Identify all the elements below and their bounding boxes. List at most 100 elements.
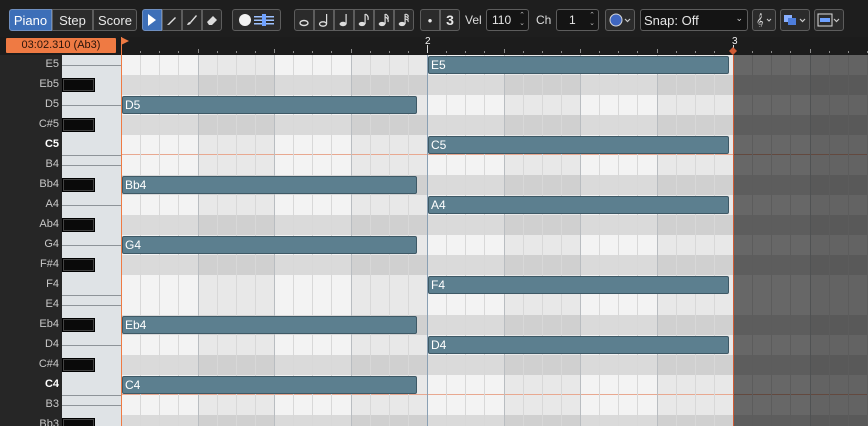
fit-icon[interactable]	[814, 9, 844, 31]
piano-key-c4[interactable]: C4	[0, 375, 121, 395]
snap-dropdown[interactable]: Snap: Off ⌄	[640, 9, 748, 31]
grid-line	[561, 55, 562, 426]
chevron-down-icon: ⌄	[735, 13, 743, 23]
channel-field[interactable]: 1 ⌃ ⌄	[556, 9, 599, 31]
midi-note[interactable]: C5	[428, 136, 729, 154]
key-label: Ab4	[39, 218, 59, 230]
piano-key-fsharp4[interactable]: F#4	[0, 255, 121, 275]
ruler-tick	[312, 51, 313, 53]
piano-keyboard[interactable]: E5 Eb5 D5 C#5 C5 B4 Bb4 A4 Ab4 G4 F#4 F4 E4 Eb4 D4 C#4 C…	[0, 55, 121, 426]
velocity-label: Vel	[465, 13, 482, 27]
ruler-tick	[236, 51, 237, 53]
ruler-tick	[676, 51, 677, 53]
ruler-tick	[829, 51, 830, 53]
black-key[interactable]	[62, 258, 95, 272]
midi-note[interactable]: C4	[122, 376, 417, 394]
key-label: D4	[44, 338, 59, 350]
key-label: C#5	[38, 118, 59, 130]
white-key-separator	[62, 65, 121, 66]
velocity-field[interactable]: 110 ⌃ ⌄	[486, 9, 529, 31]
ruler-tick	[331, 51, 332, 53]
white-key-separator	[62, 395, 121, 396]
ruler-tick	[810, 49, 811, 53]
midi-note[interactable]: F4	[428, 276, 729, 294]
ruler-tick	[178, 51, 179, 53]
ruler-tick	[657, 49, 658, 53]
ruler-tick	[599, 51, 600, 53]
midi-note[interactable]: Bb4	[122, 176, 417, 194]
piano-key-bb3[interactable]: Bb3	[0, 415, 121, 426]
ruler-tick	[255, 51, 256, 53]
piano-key-c5[interactable]: C5	[0, 135, 121, 155]
eighth-note-icon[interactable]	[354, 9, 374, 31]
ruler-tick	[580, 49, 581, 53]
white-key-separator	[62, 205, 121, 206]
ruler-tick	[159, 51, 160, 53]
thirty-second-note-icon[interactable]	[394, 9, 414, 31]
white-key-separator	[62, 165, 121, 166]
piano-key-eb4[interactable]: Eb4	[0, 315, 121, 335]
brush-icon[interactable]	[182, 9, 202, 31]
black-key[interactable]	[62, 358, 95, 372]
tab-step[interactable]: Step	[52, 9, 93, 31]
ruler-tick	[714, 51, 715, 53]
quarter-note-icon[interactable]	[334, 9, 354, 31]
midi-note[interactable]: Eb4	[122, 316, 417, 334]
midi-note[interactable]: D4	[428, 336, 729, 354]
channel-spinner-icon[interactable]: ⌃ ⌄	[589, 12, 595, 28]
note-grid[interactable]: E5 D5 C5 Bb4 A4 G4 F4 Eb4 D4 C4	[121, 55, 868, 426]
key-label: F#4	[40, 258, 59, 270]
black-key[interactable]	[62, 218, 95, 232]
piano-key-eb5[interactable]: Eb5	[0, 75, 121, 95]
ruler-tick	[504, 49, 505, 53]
grid-line	[695, 55, 696, 426]
grid-line	[446, 55, 447, 426]
piano-key-ab4[interactable]: Ab4	[0, 215, 121, 235]
black-key[interactable]	[62, 178, 95, 192]
ruler-tick	[637, 51, 638, 53]
black-key[interactable]	[62, 418, 95, 426]
tab-score[interactable]: Score	[93, 9, 137, 31]
black-key[interactable]	[62, 318, 95, 332]
piano-key-f4[interactable]: F4	[0, 275, 121, 295]
layer-icon[interactable]	[780, 9, 810, 31]
circle-color-icon[interactable]	[605, 9, 635, 31]
ruler-tick	[618, 51, 619, 53]
select-arrow-icon[interactable]	[142, 9, 162, 31]
piano-key-csharp5[interactable]: C#5	[0, 115, 121, 135]
black-key[interactable]	[62, 118, 95, 132]
whole-note-icon[interactable]	[294, 9, 314, 31]
ruler-tick	[427, 45, 428, 53]
dotted-note-button[interactable]: •	[420, 9, 440, 31]
key-label: F4	[46, 278, 59, 290]
velocity-spinner-icon[interactable]: ⌃ ⌄	[519, 12, 525, 28]
key-label: Bb4	[39, 178, 59, 190]
grid-line	[427, 55, 428, 426]
key-label: B4	[45, 158, 59, 170]
piano-key-csharp4[interactable]: C#4	[0, 355, 121, 375]
midi-note[interactable]: A4	[428, 196, 729, 214]
grid-line	[618, 55, 619, 426]
loop-end-marker-icon[interactable]	[729, 47, 739, 55]
half-note-icon[interactable]	[314, 9, 334, 31]
timeline-ruler[interactable]: 03:02.310 (Ab3) 2 3	[0, 36, 868, 55]
tuplet-button[interactable]: 3	[440, 9, 460, 31]
piano-key-bb4[interactable]: Bb4	[0, 175, 121, 195]
clef-icon[interactable]: 𝄞	[752, 9, 776, 31]
tab-piano[interactable]: Piano	[9, 9, 52, 31]
playhead-marker-icon[interactable]	[121, 37, 131, 47]
channel-value: 1	[569, 13, 576, 27]
pencil-icon[interactable]	[162, 9, 182, 31]
midi-note[interactable]: G4	[122, 236, 417, 254]
sixteenth-note-icon[interactable]	[374, 9, 394, 31]
eraser-icon[interactable]	[202, 9, 222, 31]
midi-note[interactable]: E5	[428, 56, 729, 74]
velocity-value: 110	[492, 13, 512, 27]
key-label: Eb4	[39, 318, 59, 330]
grid-line	[484, 55, 485, 426]
record-step-toggle[interactable]	[232, 9, 281, 31]
black-key[interactable]	[62, 78, 95, 92]
midi-note[interactable]: D5	[122, 96, 417, 114]
white-key-separator	[62, 155, 121, 156]
ruler-tick	[465, 51, 466, 53]
